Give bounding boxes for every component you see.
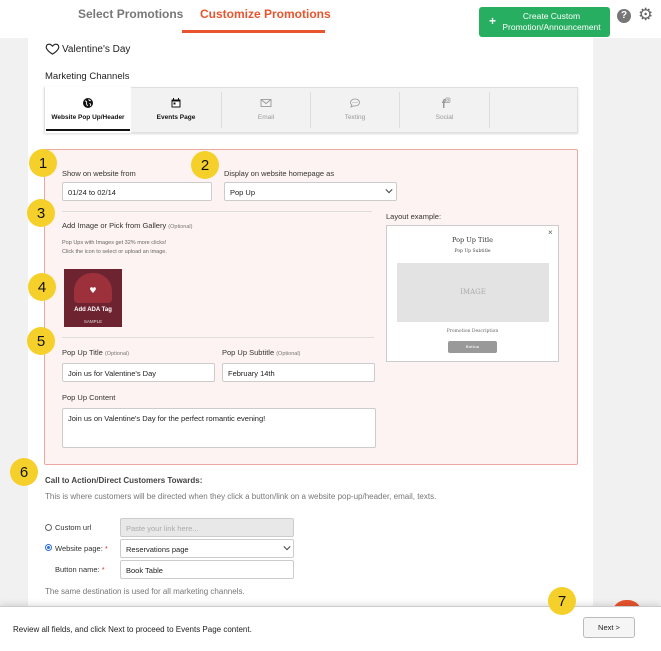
gear-icon[interactable]: ⚙ (638, 6, 653, 24)
optional-tag: (Optional) (104, 351, 130, 357)
plus-icon: + (489, 14, 497, 28)
channel-tab-events[interactable]: Events Page (132, 87, 220, 133)
channel-tab-social[interactable]: Social (400, 87, 489, 133)
left-gutter (0, 38, 28, 608)
display-as-label: Display on website homepage as (224, 169, 335, 178)
image-label-text: Add Image or Pick from Gallery (62, 221, 167, 230)
create-custom-promotion-button[interactable]: Create Custom Promotion/Announcement (479, 7, 610, 37)
custom-url-radio[interactable] (45, 524, 52, 531)
channel-tab-website[interactable]: Website Pop Up/Header (45, 87, 131, 133)
show-from-label: Show on website from (62, 169, 136, 178)
image-hint-1: Pop Ups with Images get 32% more clicks! (62, 240, 167, 246)
display-as-value: Pop Up (230, 188, 256, 197)
required-mark: * (101, 565, 105, 574)
gallery-image-thumbnail[interactable]: ♥ Add ADA Tag SAMPLE (64, 269, 122, 327)
section-divider (62, 211, 372, 212)
step-badge-7: 7 (548, 587, 576, 615)
optional-tag: (Optional) (168, 224, 193, 230)
channel-divider (489, 92, 490, 128)
image-art: ♥ (89, 285, 97, 295)
custom-url-label: Custom url (55, 523, 92, 532)
show-from-input[interactable]: 01/24 to 02/14 (62, 182, 212, 201)
cta-note: The same destination is used for all mar… (45, 587, 245, 596)
question-circle-icon[interactable]: ? (617, 9, 631, 23)
popup-subtitle-label-text: Pop Up Subtitle (222, 348, 275, 357)
popup-subtitle-input[interactable]: February 14th (222, 363, 375, 382)
image-hint-2: Click the icon to select or upload an im… (62, 249, 167, 255)
optional-tag: (Optional) (276, 351, 301, 357)
sample-watermark: SAMPLE (83, 319, 103, 324)
heart-icon (45, 43, 60, 55)
channel-label-website: Website Pop Up/Header (51, 114, 125, 121)
create-button-line1: Create Custom (522, 11, 581, 21)
right-gutter (593, 38, 661, 608)
custom-url-input[interactable]: Paste your link here... (120, 518, 294, 537)
button-name-label-text: Button name: (55, 565, 100, 574)
social-icon (441, 97, 450, 108)
tab-customize-promotions[interactable]: Customize Promotions (200, 7, 331, 21)
website-page-select[interactable]: Reservations page (120, 539, 294, 558)
chat-icon (350, 98, 360, 108)
chevron-down-icon (385, 189, 393, 194)
website-page-label: Website page: * (55, 544, 108, 553)
layout-example-description: Promotion Description (446, 329, 499, 334)
display-as-select[interactable]: Pop Up (224, 182, 397, 201)
channel-tab-texting[interactable]: Texting (311, 87, 399, 133)
website-page-radio[interactable] (45, 544, 52, 551)
channel-tab-email[interactable]: Email (222, 87, 310, 133)
layout-example-title: Pop Up Title (452, 236, 493, 244)
add-ada-tag[interactable]: Add ADA Tag (64, 307, 122, 313)
popup-title-input[interactable]: Join us for Valentine's Day (62, 363, 215, 382)
create-button-line2: Promotion/Announcement (502, 21, 601, 32)
marketing-channels-title: Marketing Channels (45, 71, 130, 82)
layout-example-label: Layout example: (386, 212, 442, 221)
step-badge-3: 3 (27, 199, 55, 227)
step-badge-4: 4 (28, 273, 56, 301)
channel-label-texting: Texting (344, 114, 366, 121)
footer-instructions: Review all fields, and click Next to pro… (13, 625, 252, 634)
channel-label-events: Events Page (156, 114, 196, 121)
website-page-value: Reservations page (126, 545, 189, 554)
layout-example-subtitle: Pop Up Subtitle (454, 249, 491, 254)
channel-label-email: Email (257, 114, 275, 121)
layout-example-button: Button (448, 341, 497, 353)
popup-title-label-text: Pop Up Title (62, 348, 103, 357)
required-mark: * (104, 544, 108, 553)
active-tab-indicator (182, 30, 325, 33)
calendar-icon (171, 98, 181, 108)
cta-description: This is where customers will be directed… (45, 492, 437, 501)
popup-subtitle-label: Pop Up Subtitle (Optional) (222, 348, 300, 357)
next-button[interactable]: Next > (583, 617, 635, 638)
section-divider (62, 337, 374, 338)
cta-heading: Call to Action/Direct Customers Towards: (45, 476, 203, 485)
image-label: Add Image or Pick from Gallery (Optional… (62, 221, 192, 230)
globe-icon (83, 98, 93, 108)
active-channel-indicator (46, 129, 130, 131)
step-badge-6: 6 (10, 458, 38, 486)
button-name-label: Button name: * (55, 565, 105, 574)
button-name-input[interactable]: Book Table (120, 560, 294, 579)
popup-content-textarea[interactable]: Join us on Valentine's Day for the perfe… (62, 408, 376, 448)
layout-example-image: IMAGE (397, 263, 549, 322)
channel-label-social: Social (435, 114, 454, 121)
tab-select-promotions[interactable]: Select Promotions (78, 7, 183, 21)
step-badge-5: 5 (27, 327, 55, 355)
envelope-icon (260, 99, 272, 107)
popup-title-label: Pop Up Title (Optional) (62, 348, 129, 357)
popup-content-label: Pop Up Content (62, 393, 116, 402)
step-badge-2: 2 (191, 151, 219, 179)
promotion-name: Valentine's Day (62, 44, 131, 55)
step-badge-1: 1 (29, 149, 57, 177)
chevron-down-icon (283, 546, 291, 551)
website-page-label-text: Website page: (55, 544, 103, 553)
